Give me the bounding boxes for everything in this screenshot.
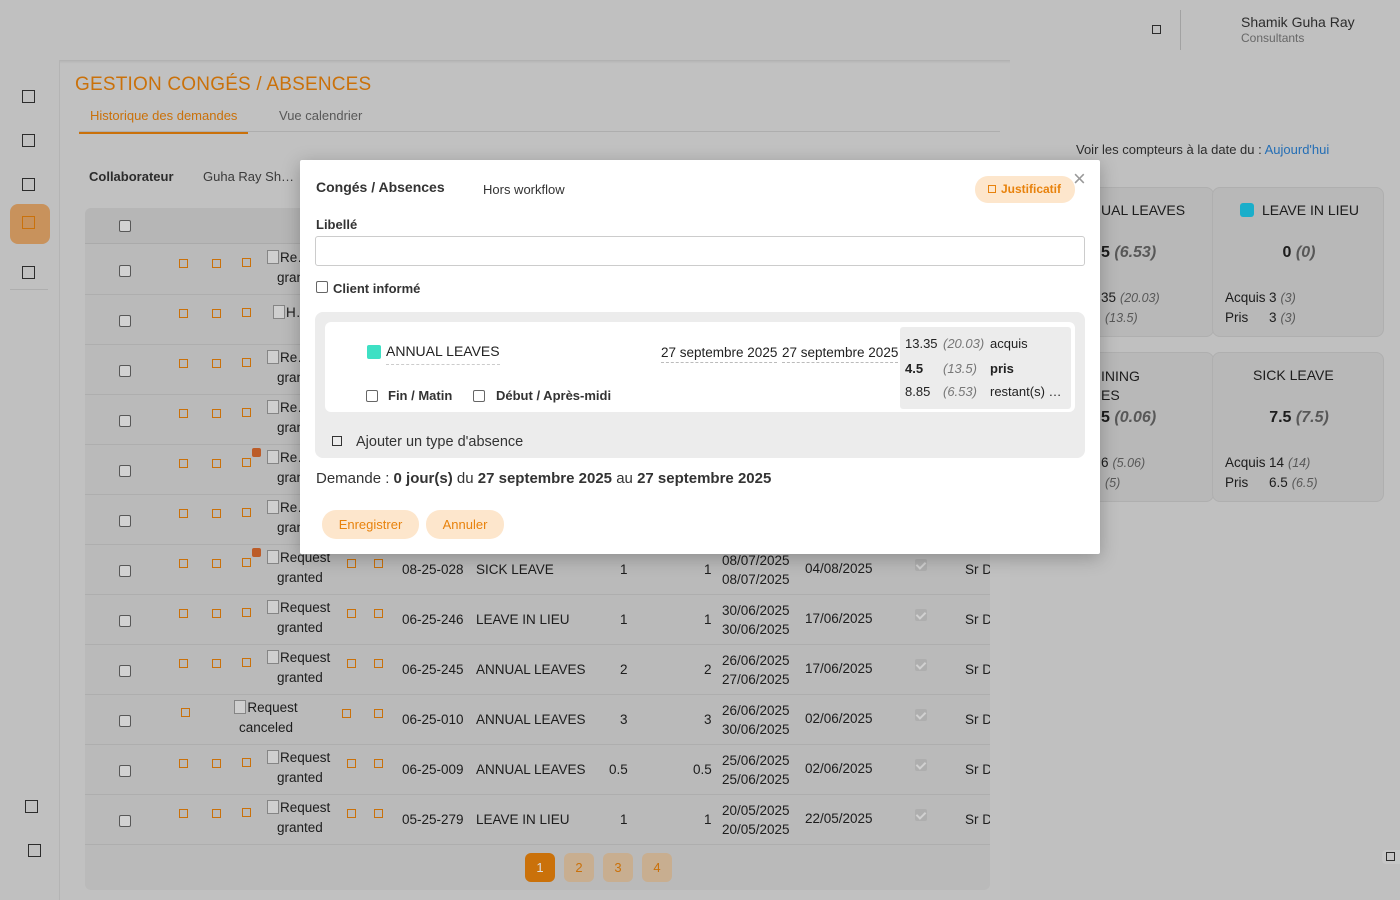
balance-value: 13.35 (905, 336, 938, 351)
balance-paren: (20.03) (943, 336, 985, 351)
justificatif-button[interactable]: Justificatif (975, 176, 1075, 203)
libelle-input[interactable] (315, 236, 1085, 266)
libelle-label: Libellé (316, 217, 358, 232)
balance-key: pris (990, 361, 1014, 376)
leave-type-select[interactable]: ANNUAL LEAVES (386, 343, 500, 365)
debut-apres-midi-checkbox[interactable] (473, 390, 485, 402)
summary-prefix: Demande : (316, 470, 390, 487)
summary-au: au (616, 470, 633, 487)
client-informe-label: Client informé (333, 281, 421, 296)
balance-restant: 8.85 (6.53) restant(s) … (905, 384, 1062, 399)
summary-days: 0 jour(s) (393, 470, 453, 487)
balance-paren: (13.5) (943, 361, 977, 376)
close-icon[interactable]: × (1073, 168, 1086, 190)
balance-paren: (6.53) (943, 384, 977, 399)
balance-value: 4.5 (905, 361, 924, 376)
balance-key: acquis (990, 336, 1028, 351)
balance-key: restant(s) … (990, 384, 1062, 399)
end-date-input[interactable]: 27 septembre 2025 (782, 345, 899, 363)
absence-entry: ANNUAL LEAVES 27 septembre 2025 27 septe… (325, 322, 1075, 412)
balance-acquis: 13.35 (20.03) acquis (905, 336, 1028, 351)
fin-matin-checkbox[interactable] (366, 390, 378, 402)
fin-matin-label: Fin / Matin (388, 388, 453, 403)
balance-value: 8.85 (905, 384, 931, 399)
add-absence-type-label: Ajouter un type d'absence (356, 434, 524, 450)
justificatif-label: Justificatif (1001, 182, 1062, 196)
request-summary: Demande : 0 jour(s) du 27 septembre 2025… (316, 470, 771, 487)
debut-apres-midi-label: Début / Après-midi (496, 388, 612, 403)
add-absence-type-button[interactable]: Ajouter un type d'absence (332, 434, 523, 450)
save-button[interactable]: Enregistrer (322, 510, 419, 539)
summary-du: du (456, 470, 474, 487)
workflow-label: Hors workflow (483, 182, 565, 197)
leave-type-color (367, 345, 381, 359)
client-informe-checkbox[interactable] (316, 281, 328, 293)
absence-section: ANNUAL LEAVES 27 septembre 2025 27 septe… (315, 312, 1085, 458)
balance-box: 13.35 (20.03) acquis 4.5 (13.5) pris 8.85 (6.… (900, 327, 1071, 409)
modal-title: Congés / Absences (316, 179, 445, 195)
summary-to: 27 septembre 2025 (637, 470, 772, 487)
leave-request-modal: Congés / Absences Hors workflow Justific… (300, 160, 1100, 554)
cancel-button[interactable]: Annuler (426, 510, 504, 539)
start-date-input[interactable]: 27 septembre 2025 (661, 345, 778, 363)
balance-pris: 4.5 (13.5) pris (905, 361, 1014, 376)
attachment-icon (988, 185, 996, 193)
summary-from: 27 septembre 2025 (477, 470, 613, 487)
add-icon (332, 436, 342, 446)
